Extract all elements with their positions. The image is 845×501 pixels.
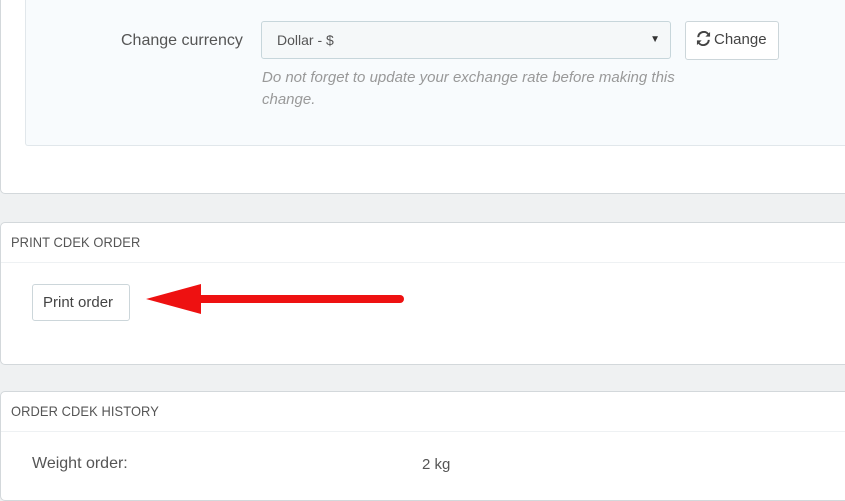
currency-select-value: Dollar - $ [277, 32, 334, 48]
currency-hint: Do not forget to update your exchange ra… [262, 69, 675, 108]
refresh-icon [696, 30, 711, 47]
weight-order-value: 2 kg [422, 456, 451, 473]
caret-down-icon: ▼ [650, 34, 660, 45]
order-cdek-history-panel: ORDER CDEK HISTORY Weight order: 2 kg [0, 391, 845, 501]
weight-order-label: Weight order: [32, 455, 128, 472]
change-currency-button[interactable]: Change [685, 21, 779, 60]
print-cdek-panel: PRINT CDEK ORDER Print order [0, 222, 845, 365]
change-button-label: Change [714, 31, 767, 48]
currency-select[interactable]: Dollar - $ ▼ [261, 21, 671, 59]
order-history-title: ORDER CDEK HISTORY [11, 403, 159, 419]
red-arrow-annotation [146, 284, 404, 314]
print-cdek-heading: PRINT CDEK ORDER [1, 223, 845, 263]
change-currency-label: Change currency [121, 32, 243, 49]
order-history-heading: ORDER CDEK HISTORY [1, 392, 845, 432]
print-order-button[interactable]: Print order [32, 284, 130, 321]
print-cdek-title: PRINT CDEK ORDER [11, 234, 141, 250]
